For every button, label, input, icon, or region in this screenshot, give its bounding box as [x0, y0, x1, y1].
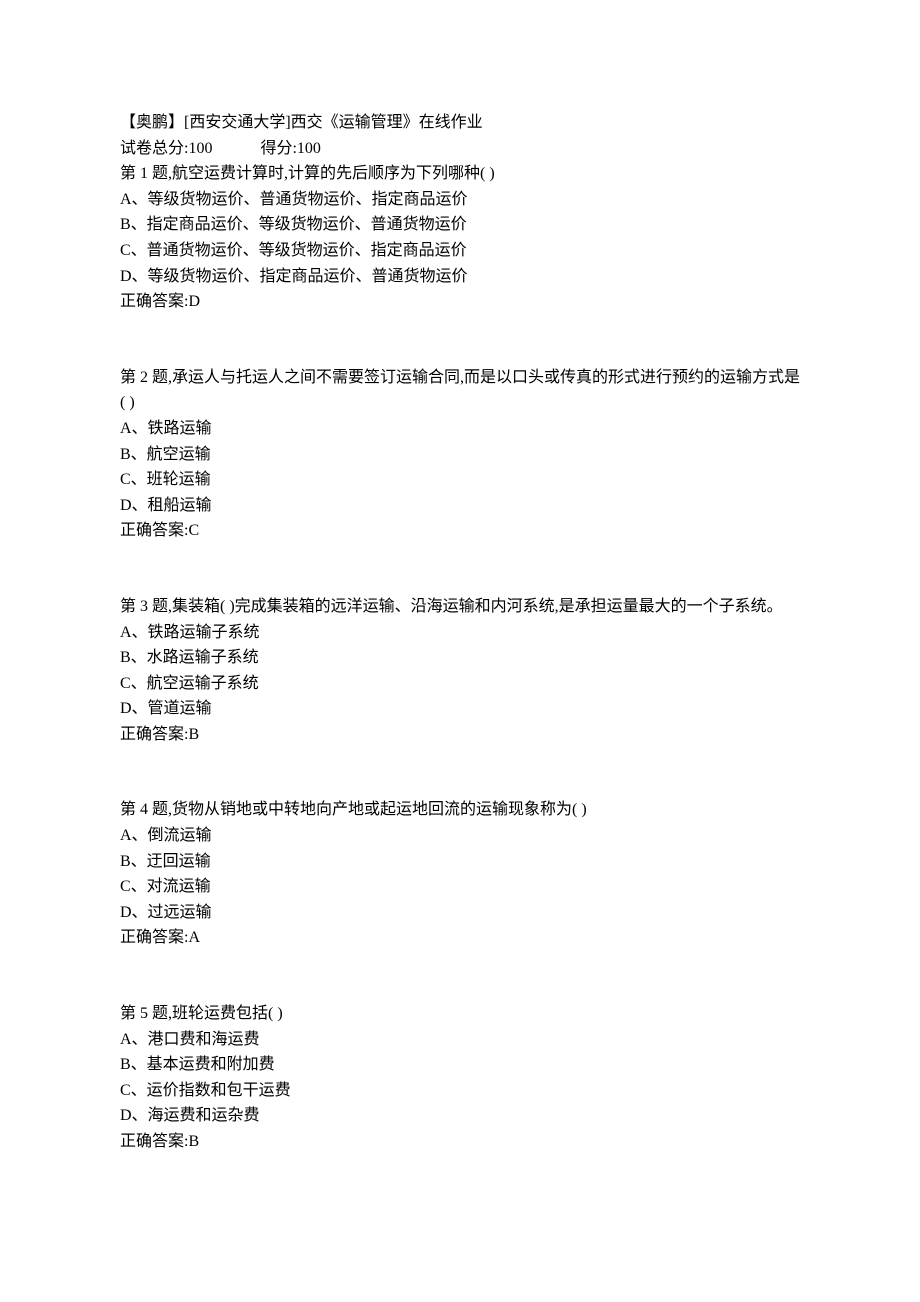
question-option: D、管道运输	[120, 696, 800, 722]
question-option: C、对流运输	[120, 874, 800, 900]
question-5: 第 5 题,班轮运费包括( ) A、港口费和海运费 B、基本运费和附加费 C、运…	[120, 1001, 800, 1155]
question-2: 第 2 题,承运人与托运人之间不需要签订运输合同,而是以口头或传真的形式进行预约…	[120, 365, 800, 544]
question-4: 第 4 题,货物从销地或中转地向产地或起运地回流的运输现象称为( ) A、倒流运…	[120, 797, 800, 951]
document-title: 【奥鹏】[西安交通大学]西交《运输管理》在线作业	[120, 110, 800, 136]
question-answer: 正确答案:B	[120, 1129, 800, 1155]
total-score-label: 试卷总分:	[120, 140, 188, 157]
score-label: 得分:	[260, 140, 296, 157]
question-prompt: 第 4 题,货物从销地或中转地向产地或起运地回流的运输现象称为( )	[120, 797, 800, 823]
question-option: C、普通货物运价、等级货物运价、指定商品运价	[120, 238, 800, 264]
question-option: B、水路运输子系统	[120, 645, 800, 671]
score-line: 试卷总分:100得分:100	[120, 136, 800, 162]
question-answer: 正确答案:D	[120, 289, 800, 315]
question-option: A、港口费和海运费	[120, 1027, 800, 1053]
question-option: B、指定商品运价、等级货物运价、普通货物运价	[120, 212, 800, 238]
question-option: D、海运费和运杂费	[120, 1103, 800, 1129]
question-option: D、租船运输	[120, 493, 800, 519]
question-option: A、等级货物运价、普通货物运价、指定商品运价	[120, 187, 800, 213]
question-prompt: 第 3 题,集装箱( )完成集装箱的远洋运输、沿海运输和内河系统,是承担运量最大…	[120, 594, 800, 620]
total-score-value: 100	[188, 140, 212, 157]
question-option: B、迂回运输	[120, 849, 800, 875]
question-answer: 正确答案:C	[120, 518, 800, 544]
score-value: 100	[297, 140, 321, 157]
question-option: C、航空运输子系统	[120, 671, 800, 697]
question-prompt: 第 5 题,班轮运费包括( )	[120, 1001, 800, 1027]
question-option: C、班轮运输	[120, 467, 800, 493]
question-1: 第 1 题,航空运费计算时,计算的先后顺序为下列哪种( ) A、等级货物运价、普…	[120, 161, 800, 315]
question-option: B、基本运费和附加费	[120, 1052, 800, 1078]
question-3: 第 3 题,集装箱( )完成集装箱的远洋运输、沿海运输和内河系统,是承担运量最大…	[120, 594, 800, 748]
question-option: A、铁路运输	[120, 416, 800, 442]
question-answer: 正确答案:B	[120, 722, 800, 748]
question-option: D、过远运输	[120, 900, 800, 926]
question-option: B、航空运输	[120, 442, 800, 468]
question-prompt: 第 1 题,航空运费计算时,计算的先后顺序为下列哪种( )	[120, 161, 800, 187]
question-option: D、等级货物运价、指定商品运价、普通货物运价	[120, 264, 800, 290]
document-page: 【奥鹏】[西安交通大学]西交《运输管理》在线作业 试卷总分:100得分:100 …	[0, 0, 920, 1215]
question-option: A、倒流运输	[120, 823, 800, 849]
question-option: C、运价指数和包干运费	[120, 1078, 800, 1104]
question-answer: 正确答案:A	[120, 925, 800, 951]
question-prompt: 第 2 题,承运人与托运人之间不需要签订运输合同,而是以口头或传真的形式进行预约…	[120, 365, 800, 416]
question-option: A、铁路运输子系统	[120, 620, 800, 646]
